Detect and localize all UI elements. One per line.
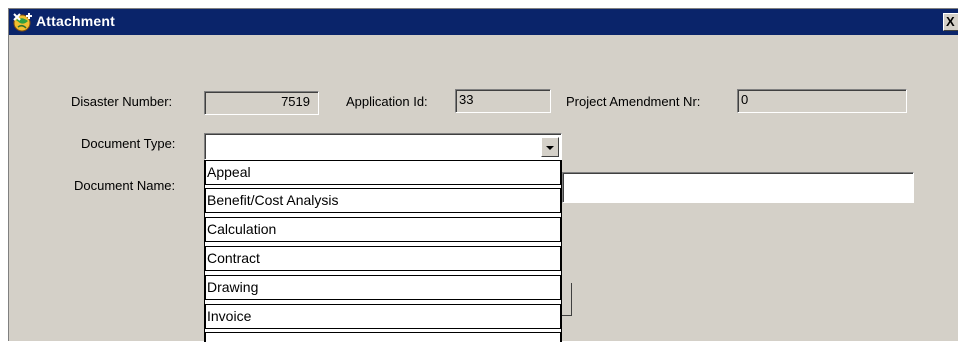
attachment-dialog: Attachment X Disaster Number: 7519 Appli…: [8, 8, 958, 342]
document-name-input[interactable]: [562, 172, 914, 203]
project-amendment-label: Project Amendment Nr:: [566, 94, 701, 109]
disaster-number-label: Disaster Number:: [71, 94, 173, 109]
document-type-options-list[interactable]: Appeal Benefit/Cost Analysis Calculation…: [204, 160, 562, 342]
document-type-dropdown-button[interactable]: [541, 137, 559, 157]
option-calculation[interactable]: Calculation: [205, 217, 561, 242]
globe-plus-icon: [11, 11, 35, 33]
application-id-value: 33: [459, 92, 474, 107]
option-drawing[interactable]: Drawing: [205, 275, 561, 300]
disaster-number-value: 7519: [281, 94, 310, 109]
document-type-select[interactable]: [204, 133, 562, 160]
obscured-button[interactable]: [562, 283, 572, 316]
application-id-field: 33: [455, 89, 551, 113]
title-bar[interactable]: Attachment X: [9, 9, 958, 35]
option-benefit-cost-analysis[interactable]: Benefit/Cost Analysis: [205, 188, 561, 213]
option-contract[interactable]: Contract: [205, 246, 561, 271]
option-appeal[interactable]: Appeal: [205, 160, 561, 185]
project-amendment-field: 0: [737, 89, 907, 113]
document-type-label: Document Type:: [81, 136, 176, 151]
document-name-label: Document Name:: [74, 178, 176, 193]
project-amendment-value: 0: [741, 92, 749, 107]
disaster-number-field: 7519: [204, 91, 319, 115]
chevron-down-icon: [546, 146, 554, 150]
window-title: Attachment: [36, 13, 116, 29]
option-invoice[interactable]: Invoice: [205, 304, 561, 329]
close-icon: X: [946, 14, 955, 29]
close-button[interactable]: X: [943, 13, 958, 31]
application-id-label: Application Id:: [346, 94, 428, 109]
